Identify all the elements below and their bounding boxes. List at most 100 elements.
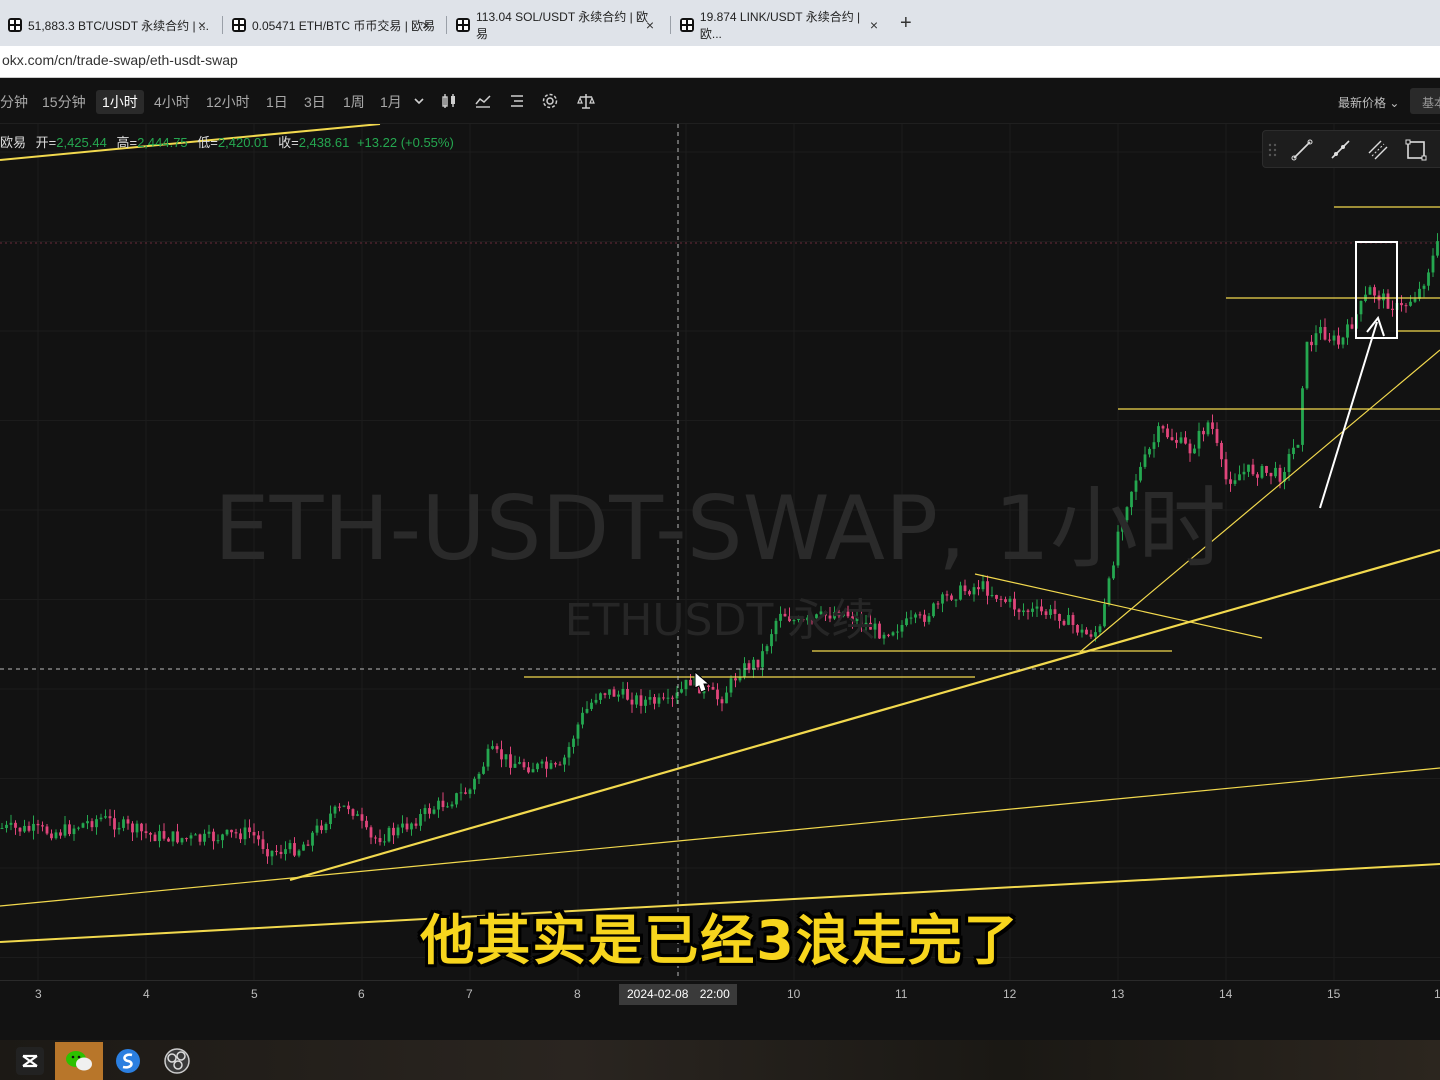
tab-divider [222,16,223,34]
symbol-watermark: ETH-USDT-SWAP, 1小时 [213,477,1226,580]
crosshair-time-label: 2024-02-08 22:00 [619,984,737,1005]
candle-body [545,761,548,769]
candle-body [1314,333,1318,346]
scale-balance-icon[interactable] [577,92,595,110]
candle-body [1197,430,1201,449]
candle-body [563,757,566,765]
candle-body [464,792,467,794]
candle-body [396,827,400,836]
candle-body [351,809,355,816]
candle-body [207,831,211,834]
candle-body [1193,448,1196,454]
tab-label: 19.874 LINK/USDT 永续合约 | 欧... [699,10,861,41]
timeframe-1mo[interactable]: 1月 [380,92,402,112]
candle-body [1346,324,1349,338]
candle-body [392,827,395,836]
x-tick-label: 13 [1111,987,1125,1001]
chevron-down-icon: ⌄ [1389,96,1400,110]
candle-body [68,824,71,835]
candle-body [554,763,557,765]
candle-body [180,838,184,843]
candle-body [567,746,571,758]
browser-tab-btc[interactable]: 51,883.3 BTC/USDT 永续合约 | ... × [2,10,212,40]
candle-body [504,754,508,760]
browser-tab-eth-btc[interactable]: 0.05471 ETH/BTC 币币交易 | 欧易 × [226,10,436,40]
candle-body [756,659,760,668]
candle-body [1427,272,1430,286]
okx-favicon-icon [232,18,246,32]
browser-tab-link[interactable]: 19.874 LINK/USDT 永续合约 | 欧... × [674,10,884,41]
candle-body [617,694,620,697]
capcut-icon[interactable] [6,1042,54,1080]
okx-favicon-icon [680,18,694,32]
ray-icon[interactable] [1329,139,1351,161]
x-tick-label: 5 [251,987,258,1001]
timeframe-3d[interactable]: 3日 [304,92,326,112]
close-tab-icon[interactable]: × [646,17,654,33]
new-tab-button[interactable]: + [900,12,912,35]
candle-body [306,844,310,846]
candle-body [729,678,733,693]
close-tab-icon[interactable]: × [870,17,878,33]
candle-body [104,816,107,818]
obs-icon[interactable] [153,1042,201,1080]
candle-body [513,763,517,768]
timeframe-1d[interactable]: 1日 [266,92,288,112]
trendline-icon[interactable] [1291,139,1313,161]
candle-body [626,688,629,700]
timeframe-4h[interactable]: 4小时 [154,92,190,112]
candle-body [162,831,166,839]
time-axis[interactable]: 3 4 5 6 7 8 10 11 12 13 14 15 1 2024-02-… [0,980,1440,1008]
settings-gear-icon[interactable] [541,92,559,110]
timeframe-1h[interactable]: 1小时 [96,90,144,114]
parallel-channel-icon[interactable] [1367,139,1389,161]
candle-body [473,778,476,790]
candle-body [500,749,503,760]
candle-body [486,748,490,767]
candle-body [720,699,724,704]
candle-body [1418,288,1421,299]
address-bar[interactable]: okx.com/cn/trade-swap/eth-usdt-swap [0,46,1440,78]
chart-toolbar: 分钟 15分钟 1小时 4小时 12小时 1日 3日 1周 1月 最新价格 ⌄ … [0,80,1440,124]
candle-body [153,834,157,842]
candle-body [527,767,530,773]
indicators-icon[interactable] [474,92,492,110]
candle-body [158,831,161,842]
chevron-down-icon[interactable] [410,92,428,110]
close-value: 2,438.61 [298,135,350,150]
low-label: 低= [197,135,218,150]
layout-basic-button[interactable]: 基本 [1410,88,1440,114]
timeframe-12h[interactable]: 12小时 [206,92,250,112]
candle-body [252,832,256,836]
candle-body [1328,339,1331,341]
candlestick-type-icon[interactable] [440,92,458,110]
wechat-icon[interactable] [55,1042,103,1080]
tab-label: 113.04 SOL/USDT 永续合约 | 欧易 [476,10,649,41]
candle-body [360,814,364,821]
candle-body [1368,287,1372,295]
timeframe-1m[interactable]: 分钟 [0,92,28,112]
candle-body [203,833,206,842]
candle-body [72,828,76,835]
candle-body [185,838,188,840]
price-type-select[interactable]: 最新价格 ⌄ [1338,94,1399,111]
candle-body [1220,442,1223,460]
x-tick-label: 11 [895,987,908,1001]
timeframe-1w[interactable]: 1周 [343,92,365,112]
sogou-browser-icon[interactable] [104,1042,152,1080]
close-tab-icon[interactable]: × [198,17,206,33]
candle-body [1341,337,1345,345]
candle-body [221,834,224,841]
templates-icon[interactable] [508,92,526,110]
browser-tab-sol[interactable]: 113.04 SOL/USDT 永续合约 | 欧易 × [450,10,660,41]
x-tick-label: 12 [1003,987,1017,1001]
candle-body [689,679,692,686]
candle-body [59,832,62,836]
drag-handle-icon[interactable] [1267,139,1289,161]
rectangle-icon[interactable] [1405,139,1427,161]
candle-body [113,818,116,830]
close-tab-icon[interactable]: × [422,17,430,33]
candle-body [266,849,269,857]
timeframe-15m[interactable]: 15分钟 [42,92,86,112]
symbol-sub-watermark: ETHUSDT 永续 [564,595,876,646]
